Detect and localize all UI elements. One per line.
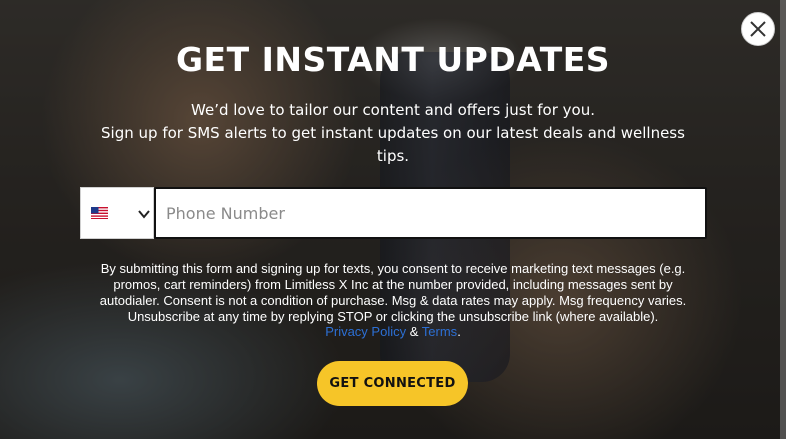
chevron-down-icon (138, 210, 150, 219)
close-icon (750, 21, 766, 37)
modal-subtitle: We’d love to tailor our content and offe… (90, 99, 696, 168)
phone-row (80, 187, 707, 239)
us-flag-icon (91, 207, 108, 219)
consent-links: Privacy Policy & Terms. (0, 324, 786, 340)
phone-number-input[interactable] (154, 187, 707, 239)
subtitle-line-2: Sign up for SMS alerts to get instant up… (101, 124, 685, 165)
modal-title: GET INSTANT UPDATES (175, 40, 611, 79)
country-code-select[interactable] (80, 187, 154, 239)
privacy-policy-link[interactable]: Privacy Policy (325, 324, 406, 339)
subtitle-line-1: We’d love to tailor our content and offe… (191, 101, 595, 119)
sms-signup-modal: GET INSTANT UPDATES We’d love to tailor … (0, 0, 786, 439)
and-separator: & (409, 324, 419, 339)
consent-text: By submitting this form and signing up f… (99, 261, 687, 324)
consent-period: . (457, 324, 461, 339)
terms-link[interactable]: Terms (422, 324, 457, 339)
get-connected-button[interactable]: GET CONNECTED (317, 361, 468, 406)
